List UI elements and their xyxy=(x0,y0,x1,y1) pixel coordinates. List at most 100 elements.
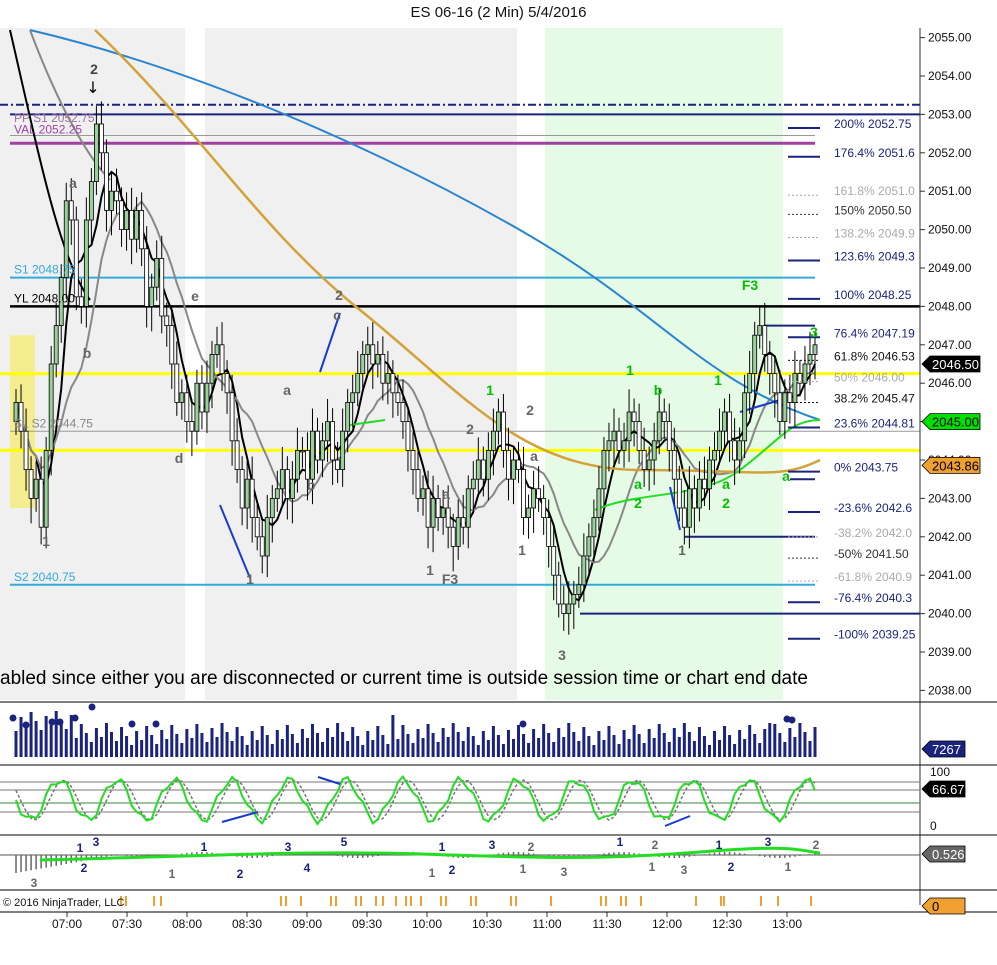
candle-body xyxy=(174,363,180,403)
stoch-bottom-label: 0 xyxy=(930,819,937,833)
wave-label: 2 xyxy=(466,421,474,437)
volume-bar xyxy=(109,732,113,757)
candle-body xyxy=(330,421,335,461)
volume-bar xyxy=(371,740,375,757)
macd-wave-label: 2 xyxy=(813,838,820,852)
volume-bar xyxy=(381,735,385,757)
candle-body xyxy=(43,449,49,528)
candle-body xyxy=(707,459,712,490)
down-arrow-icon: ↓ xyxy=(86,78,99,97)
volume-bar xyxy=(336,723,340,757)
volume-spike-dot xyxy=(48,718,56,726)
volume-spike-dot xyxy=(56,718,64,726)
stoch-top-label: 100 xyxy=(930,765,950,779)
volume-bar xyxy=(416,729,420,757)
wave-label: 1 xyxy=(714,372,722,388)
candle-body xyxy=(812,344,818,355)
candle-body xyxy=(435,497,441,518)
candle-body xyxy=(752,334,758,375)
watermark-text: abled since either you are disconnected … xyxy=(0,668,808,689)
wave-label: a xyxy=(442,486,450,502)
candle-body xyxy=(274,488,280,499)
candle-body xyxy=(480,459,486,480)
wave-label: 3 xyxy=(558,647,566,663)
volume-bar xyxy=(74,738,78,757)
volume-bar xyxy=(240,736,244,757)
candle-body xyxy=(380,353,386,384)
candle-body xyxy=(681,507,687,528)
candle-body xyxy=(164,315,170,326)
price-tick-label: 2048.00 xyxy=(928,299,972,313)
candle-body xyxy=(325,421,330,442)
candle-body xyxy=(88,181,94,221)
wave-label: 1 xyxy=(518,542,526,558)
event-marker xyxy=(620,896,622,906)
bottom-tag xyxy=(921,897,966,915)
volume-bar xyxy=(511,739,515,757)
macd-wave-label: 1 xyxy=(77,841,84,855)
volume-bar xyxy=(346,741,350,757)
volume-bar xyxy=(326,728,330,757)
volume-bar xyxy=(310,724,314,757)
wave-label: 2 xyxy=(634,495,642,511)
candle-body xyxy=(390,373,396,394)
candle-body xyxy=(762,325,768,355)
wave-label: 1 xyxy=(678,542,686,558)
macd-wave-label: 4 xyxy=(304,861,311,875)
wave-label: b xyxy=(307,477,316,493)
volume-bar xyxy=(175,734,179,757)
volume-bar xyxy=(195,724,199,757)
candle-body xyxy=(676,478,682,509)
fib-label: 0% 2043.75 xyxy=(834,461,898,475)
candle-body xyxy=(440,507,446,518)
candle-body xyxy=(53,325,59,365)
fib-label: 61.8% 2046.53 xyxy=(834,349,915,363)
wave-label: a xyxy=(283,382,291,398)
candle-body xyxy=(214,344,220,355)
volume-bar xyxy=(426,724,430,757)
candle-body xyxy=(581,555,587,586)
candle-body xyxy=(194,382,200,432)
volume-bar xyxy=(441,728,445,757)
time-tick-label: 08:30 xyxy=(232,917,262,931)
volume-bar xyxy=(64,729,68,757)
volume-bar xyxy=(592,745,596,757)
candle-body xyxy=(596,488,602,518)
volume-bar xyxy=(702,736,706,757)
candle-body xyxy=(134,209,140,240)
candle-body xyxy=(149,286,155,307)
volume-bar xyxy=(672,728,676,757)
volume-bar xyxy=(798,723,802,757)
volume-bar xyxy=(361,745,365,757)
volume-bar xyxy=(215,737,219,757)
macd-wave-label: 3 xyxy=(31,876,38,890)
shade-session-2 xyxy=(545,28,783,700)
volume-bar xyxy=(723,726,727,757)
macd-wave-label: 2 xyxy=(81,861,88,875)
event-marker xyxy=(355,896,357,906)
wave-label: a xyxy=(722,476,730,492)
volume-spike-dot xyxy=(519,720,527,728)
fib-label: 123.6% 2049.3 xyxy=(834,249,915,263)
volume-bar xyxy=(220,723,224,757)
macd-wave-label: 2 xyxy=(237,867,244,881)
macd-wave-label: 3 xyxy=(489,838,496,852)
candle-body xyxy=(641,449,647,470)
fib-label: -76.4% 2040.3 xyxy=(834,591,912,605)
wave-label: 1 xyxy=(246,571,254,587)
chart-canvas[interactable]: PP S1 2052.75VAL 2052.25S1 2048.75YL 204… xyxy=(0,0,997,965)
volume-bar xyxy=(783,742,787,757)
candle-body xyxy=(636,421,642,451)
candle-body xyxy=(777,392,783,422)
candle-body xyxy=(129,209,134,240)
candle-body xyxy=(757,325,763,336)
candle-body xyxy=(209,353,215,384)
volume-bar xyxy=(185,729,189,757)
fib-label: 38.2% 2045.47 xyxy=(834,392,915,406)
volume-bar xyxy=(275,730,279,757)
candle-body xyxy=(395,392,401,403)
event-marker xyxy=(723,896,725,906)
event-marker xyxy=(720,896,722,906)
event-marker xyxy=(360,896,362,906)
volume-bar xyxy=(120,727,124,757)
